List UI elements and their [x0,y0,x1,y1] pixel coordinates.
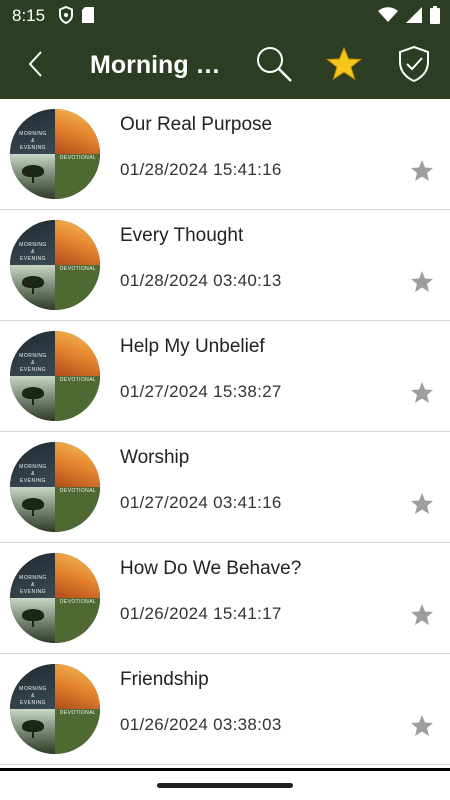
thumbnail-logo-text: MORNING & EVENING [19,686,47,706]
search-button[interactable] [252,44,296,88]
page-title: Morning and Evening [90,51,230,79]
list-item[interactable]: MORNING & EVENING DEVOTIONAL Help My Unbel… [0,321,450,432]
thumbnail-logo-text: MORNING & EVENING [19,464,47,484]
star-icon [410,492,434,520]
item-date: 01/27/2024 03:41:16 [120,493,282,512]
devotional-thumbnail: MORNING & EVENING DEVOTIONAL [10,553,100,643]
item-title: How Do We Behave? [120,558,302,579]
list-item[interactable]: MORNING & EVENING DEVOTIONAL Friendship 01… [0,654,450,765]
thumbnail-subtitle: DEVOTIONAL [59,599,97,605]
status-notification-icons [58,5,94,29]
favorite-toggle-button[interactable] [408,381,436,409]
home-gesture-handle[interactable] [157,783,293,788]
item-title: Help My Unbelief [120,336,265,357]
star-icon [410,714,434,742]
favorites-button[interactable] [322,44,366,88]
shield-check-icon [397,45,431,88]
item-title: Worship [120,447,190,468]
status-time: 8:15 [12,6,46,25]
favorite-toggle-button[interactable] [408,270,436,298]
star-icon [326,46,362,86]
devotional-thumbnail: MORNING & EVENING DEVOTIONAL [10,664,100,754]
thumbnail-subtitle: DEVOTIONAL [59,155,97,161]
list-item[interactable]: MORNING & EVENING DEVOTIONAL Every Thought… [0,210,450,321]
app-bar: Morning and Evening [0,32,450,99]
sd-card-icon [82,7,94,28]
star-icon [410,603,434,631]
thumbnail-subtitle: DEVOTIONAL [59,266,97,272]
devotional-list: MORNING & EVENING DEVOTIONAL Our Real Purp… [0,99,450,765]
list-item[interactable]: MORNING & EVENING DEVOTIONAL How Do We Beh… [0,543,450,654]
list-item[interactable]: MORNING & EVENING DEVOTIONAL Our Real Purp… [0,99,450,210]
devotional-thumbnail: MORNING & EVENING DEVOTIONAL [10,442,100,532]
nav-divider [0,768,450,771]
favorite-toggle-button[interactable] [408,159,436,187]
verify-button[interactable] [392,44,436,88]
item-date: 01/28/2024 03:40:13 [120,271,282,290]
battery-icon [430,6,440,29]
thumbnail-logo-text: MORNING & EVENING [19,242,47,262]
thumbnail-logo-text: MORNING & EVENING [19,353,47,373]
thumbnail-logo-text: MORNING & EVENING [19,575,47,595]
star-icon [410,270,434,298]
system-nav-bar [0,768,450,800]
list-item[interactable]: MORNING & EVENING DEVOTIONAL Worship 01/27… [0,432,450,543]
item-title: Friendship [120,669,209,690]
item-date: 01/27/2024 15:38:27 [120,382,282,401]
item-title: Every Thought [120,225,244,246]
thumbnail-subtitle: DEVOTIONAL [59,488,97,494]
search-icon [254,44,294,89]
status-bar: 8:15 [0,0,450,32]
signal-icon [406,7,422,28]
thumbnail-subtitle: DEVOTIONAL [59,377,97,383]
star-icon [410,381,434,409]
thumbnail-logo-text: MORNING & EVENING [19,131,47,151]
chevron-left-icon [26,49,46,84]
shield-notification-icon [58,5,74,29]
back-button[interactable] [16,46,56,86]
thumbnail-subtitle: DEVOTIONAL [59,710,97,716]
favorite-toggle-button[interactable] [408,714,436,742]
item-date: 01/26/2024 03:38:03 [120,715,282,734]
item-date: 01/28/2024 15:41:16 [120,160,282,179]
favorite-toggle-button[interactable] [408,492,436,520]
devotional-thumbnail: MORNING & EVENING DEVOTIONAL [10,220,100,310]
item-date: 01/26/2024 15:41:17 [120,604,282,623]
devotional-thumbnail: MORNING & EVENING DEVOTIONAL [10,109,100,199]
favorite-toggle-button[interactable] [408,603,436,631]
status-system-icons [378,6,440,29]
wifi-icon [378,7,398,28]
item-title: Our Real Purpose [120,114,273,135]
star-icon [410,159,434,187]
devotional-thumbnail: MORNING & EVENING DEVOTIONAL [10,331,100,421]
